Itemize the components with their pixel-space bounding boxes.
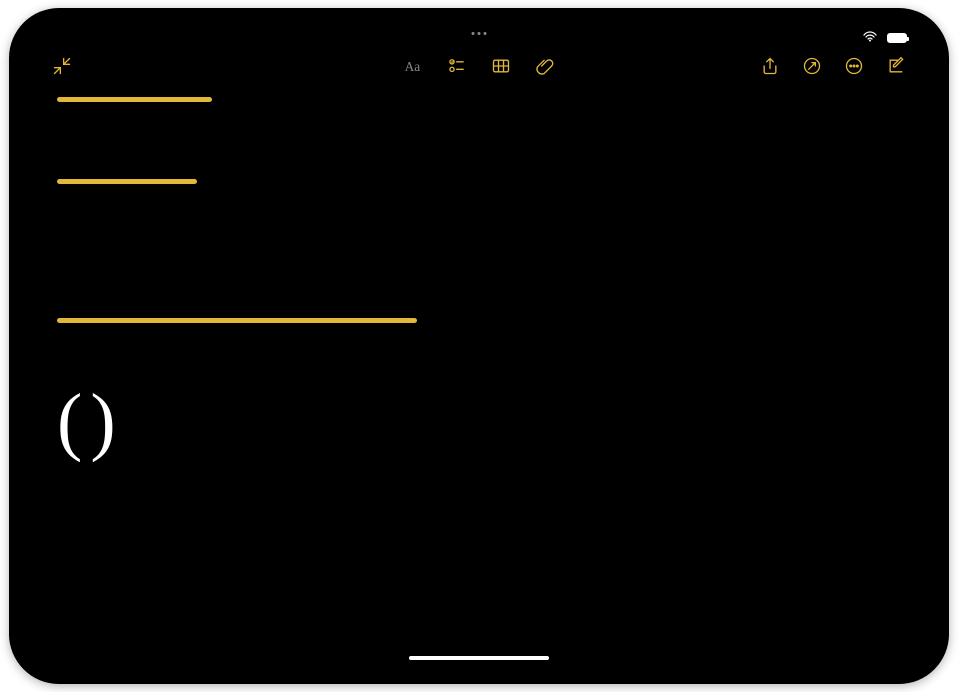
status-bar [31, 26, 927, 46]
svg-text:Aa: Aa [405, 59, 421, 74]
text-format-icon[interactable]: Aa [402, 55, 424, 77]
toolbar: Aa [31, 46, 927, 86]
more-icon[interactable] [843, 55, 865, 77]
battery-icon [887, 33, 907, 43]
handwriting-canvas[interactable]: ( ) [57, 100, 901, 600]
share-icon[interactable] [759, 55, 781, 77]
table-icon[interactable] [490, 55, 512, 77]
attachment-icon[interactable] [534, 55, 556, 77]
home-indicator[interactable] [409, 656, 549, 660]
compose-icon[interactable] [885, 55, 907, 77]
screen: Aa [31, 26, 927, 666]
multitask-dots[interactable] [472, 32, 487, 35]
ipad-frame: Aa [9, 8, 949, 684]
wifi-icon [863, 31, 877, 45]
note-content[interactable]: ( ) [31, 86, 927, 610]
collapse-icon[interactable] [51, 55, 73, 77]
markup-icon[interactable] [801, 55, 823, 77]
decay-chart [531, 178, 901, 443]
formula: ( ) [57, 380, 126, 467]
checklist-icon[interactable] [446, 55, 468, 77]
